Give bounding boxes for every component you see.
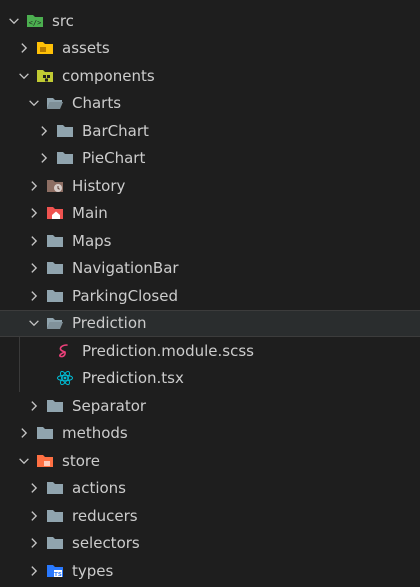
components-folder-icon (36, 68, 54, 84)
item-label: actions (72, 479, 126, 498)
folder-item[interactable]: components (0, 62, 420, 90)
chevron-right-icon[interactable] (26, 535, 42, 551)
item-label: store (62, 451, 100, 470)
folder-item[interactable]: BarChart (0, 117, 420, 145)
folder-open-icon (46, 315, 64, 331)
folder-icon (36, 425, 54, 441)
svg-text:TS: TS (54, 572, 62, 578)
chevron-down-icon[interactable] (6, 13, 22, 29)
file-item[interactable]: Prediction.tsx (0, 365, 420, 393)
folder-item[interactable]: Main (0, 200, 420, 228)
chevron-right-icon[interactable] (26, 563, 42, 579)
item-label: src (52, 11, 74, 30)
chevron-right-icon[interactable] (16, 40, 32, 56)
folder-icon (46, 288, 64, 304)
chevron-right-icon[interactable] (26, 205, 42, 221)
folder-icon (46, 535, 64, 551)
item-label: Main (72, 204, 108, 223)
folder-icon (46, 480, 64, 496)
item-label: Prediction (72, 314, 147, 333)
chevron-down-icon[interactable] (26, 315, 42, 331)
item-label: components (62, 66, 155, 85)
item-label: Maps (72, 231, 112, 250)
history-folder-icon (46, 178, 64, 194)
chevron-down-icon[interactable] (16, 68, 32, 84)
folder-icon (46, 260, 64, 276)
folder-item[interactable]: methods (0, 420, 420, 448)
item-label: History (72, 176, 126, 195)
src-folder-icon: </> (26, 13, 44, 29)
chevron-right-icon[interactable] (26, 508, 42, 524)
folder-icon (46, 508, 64, 524)
folder-icon (56, 123, 74, 139)
assets-folder-icon (36, 40, 54, 56)
folder-item[interactable]: Maps (0, 227, 420, 255)
folder-item[interactable]: assets (0, 35, 420, 63)
folder-icon (46, 398, 64, 414)
sass-file-icon (56, 343, 74, 359)
folder-item[interactable]: Prediction (0, 309, 420, 337)
svg-text:</>: </> (29, 19, 42, 27)
item-label: types (72, 561, 114, 580)
item-label: Charts (72, 94, 122, 113)
folder-item[interactable]: ParkingClosed (0, 282, 420, 310)
file-item[interactable]: Prediction.module.scss (0, 337, 420, 365)
chevron-right-icon[interactable] (26, 288, 42, 304)
folder-item[interactable]: reducers (0, 502, 420, 530)
folder-icon (46, 233, 64, 249)
react-file-icon (56, 370, 74, 386)
item-label: NavigationBar (72, 259, 179, 278)
folder-open-icon (46, 95, 64, 111)
folder-item[interactable]: actions (0, 475, 420, 503)
chevron-right-icon[interactable] (36, 123, 52, 139)
item-label: BarChart (82, 121, 149, 140)
item-label: reducers (72, 506, 138, 525)
folder-item[interactable]: Separator (0, 392, 420, 420)
folder-item[interactable]: store (0, 447, 420, 475)
chevron-right-icon[interactable] (26, 260, 42, 276)
item-label: methods (62, 424, 128, 443)
folder-item[interactable]: selectors (0, 530, 420, 558)
folder-item[interactable]: </> src (0, 7, 420, 35)
item-label: ParkingClosed (72, 286, 178, 305)
chevron-down-icon[interactable] (26, 95, 42, 111)
item-label: PieChart (82, 149, 146, 168)
chevron-right-icon[interactable] (26, 480, 42, 496)
chevron-right-icon[interactable] (36, 150, 52, 166)
home-folder-icon (46, 205, 64, 221)
folder-icon (56, 150, 74, 166)
item-label: selectors (72, 534, 140, 553)
folder-item[interactable]: Charts (0, 90, 420, 118)
folder-item[interactable]: PieChart (0, 145, 420, 173)
item-label: Prediction.tsx (82, 369, 184, 388)
chevron-right-icon[interactable] (26, 233, 42, 249)
chevron-right-icon[interactable] (26, 398, 42, 414)
folder-item[interactable]: History (0, 172, 420, 200)
chevron-right-icon[interactable] (26, 178, 42, 194)
chevron-down-icon[interactable] (16, 453, 32, 469)
chevron-right-icon[interactable] (16, 425, 32, 441)
item-label: Separator (72, 396, 147, 415)
typescript-folder-icon: TS (46, 563, 64, 579)
item-label: Prediction.module.scss (82, 341, 254, 360)
item-label: assets (62, 39, 110, 58)
folder-item[interactable]: TS types (0, 557, 420, 585)
file-explorer-tree: </> src assets components Charts BarChart PieC… (0, 0, 420, 587)
store-folder-icon (36, 453, 54, 469)
folder-item[interactable]: NavigationBar (0, 255, 420, 283)
